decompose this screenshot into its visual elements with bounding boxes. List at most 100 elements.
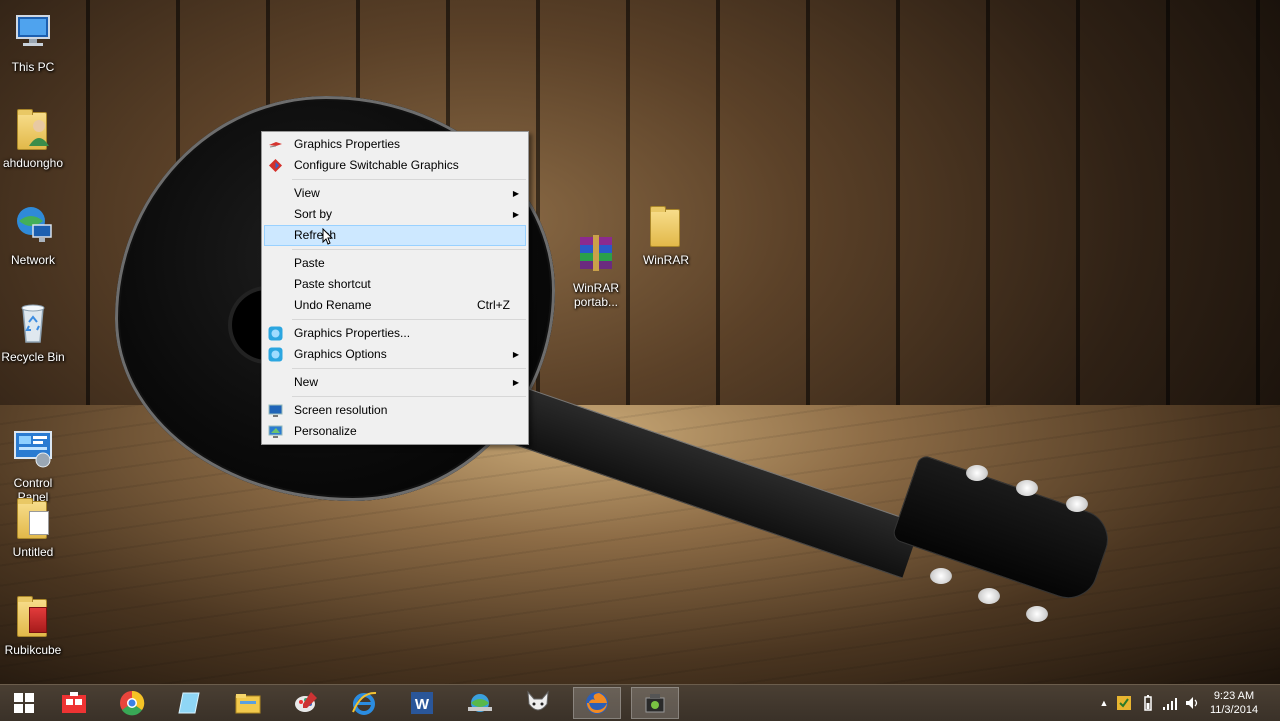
desktop-icon-recycle-bin[interactable]: Recycle Bin — [0, 300, 69, 364]
desktop-icon-label: Recycle Bin — [1, 350, 65, 364]
menu-separator — [292, 368, 526, 369]
taskbar-app-internet-explorer[interactable] — [340, 687, 388, 719]
menu-item-graphics-properties-ellipsis[interactable]: Graphics Properties... — [262, 323, 528, 344]
intel-graphics-icon — [268, 137, 283, 152]
desktop-icon-untitled[interactable]: Untitled — [0, 495, 69, 559]
menu-item-paste[interactable]: Paste — [262, 253, 528, 274]
menu-item-label: Graphics Properties... — [294, 326, 411, 340]
taskbar-app-firefox[interactable] — [573, 687, 621, 719]
menu-item-refresh[interactable]: Refresh — [264, 225, 526, 246]
submenu-arrow-icon: ▶ — [512, 378, 519, 387]
wallpaper-tuning-peg — [1026, 606, 1048, 622]
tile-app-icon — [62, 692, 86, 713]
foxit-icon — [527, 690, 549, 711]
file-explorer-icon — [235, 694, 261, 714]
clock-time: 9:23 AM — [1213, 690, 1255, 702]
menu-item-paste-shortcut[interactable]: Paste shortcut — [262, 274, 528, 295]
menu-item-label: Undo Rename — [294, 298, 372, 312]
firefox-icon — [586, 692, 608, 714]
menu-item-label: Graphics Options — [294, 347, 387, 361]
this-pc-icon — [11, 10, 55, 54]
menu-item-new[interactable]: New ▶ — [262, 372, 528, 393]
volume-icon[interactable] — [1184, 695, 1200, 711]
menu-separator — [292, 319, 526, 320]
taskbar-app-file-explorer[interactable] — [224, 687, 272, 719]
menu-item-graphics-properties-intel[interactable]: Graphics Properties — [262, 134, 528, 155]
user-folder-icon — [11, 106, 55, 150]
folder-icon — [11, 593, 55, 637]
recycle-bin-icon — [11, 300, 55, 344]
wallpaper-tuning-peg — [1016, 480, 1038, 496]
menu-item-label: Personalize — [294, 424, 357, 438]
taskbar-app-paint[interactable] — [282, 687, 330, 719]
desktop-icon-network[interactable]: Network — [0, 203, 69, 267]
camera-app-icon — [645, 694, 665, 713]
desktop-icon-label: Untitled — [12, 545, 54, 559]
folder-icon — [11, 495, 55, 539]
folder-icon — [644, 203, 688, 247]
paint-icon — [295, 692, 317, 712]
taskbar-app-foxit[interactable] — [514, 687, 562, 719]
desktop-icon-ahduongho[interactable]: ahduongho — [0, 106, 69, 170]
signal-icon[interactable] — [1162, 695, 1178, 711]
power-icon[interactable] — [1140, 695, 1156, 711]
desktop-icon-this-pc[interactable]: This PC — [0, 10, 69, 74]
desktop-icon-label: ahduongho — [2, 156, 64, 170]
menu-item-screen-resolution[interactable]: Screen resolution — [262, 400, 528, 421]
menu-item-label: Paste shortcut — [294, 277, 371, 291]
menu-item-label: Paste — [294, 256, 325, 270]
menu-item-view[interactable]: View ▶ — [262, 183, 528, 204]
start-button[interactable] — [0, 687, 48, 719]
desktop-icon-label: WinRAR portab... — [572, 281, 619, 309]
menu-item-label: Graphics Properties — [294, 137, 401, 151]
menu-item-label: Screen resolution — [294, 403, 388, 417]
menu-item-personalize[interactable]: Personalize — [262, 421, 528, 442]
menu-separator — [292, 396, 526, 397]
network-icon — [11, 203, 55, 247]
security-icon[interactable] — [1116, 695, 1132, 711]
screen-resolution-icon — [268, 403, 283, 418]
taskbar: W ▲ 9:23 AM 11/3/2014 — [0, 684, 1280, 721]
menu-separator — [292, 249, 526, 250]
amd-icon — [268, 158, 283, 173]
desktop-icon-label: Network — [10, 253, 55, 267]
submenu-arrow-icon: ▶ — [512, 189, 519, 198]
taskbar-app-network-tool[interactable] — [456, 687, 504, 719]
personalize-icon — [268, 424, 283, 439]
menu-item-label: Sort by — [294, 207, 333, 221]
desktop-icon-label: This PC — [11, 60, 55, 74]
menu-item-graphics-options[interactable]: Graphics Options ▶ — [262, 344, 528, 365]
menu-item-undo-rename[interactable]: Undo Rename Ctrl+Z — [262, 295, 528, 316]
winrar-icon — [574, 217, 618, 271]
taskbar-app-glass[interactable] — [166, 687, 214, 719]
word-icon: W — [411, 692, 433, 714]
desktop-icon-rubikcube[interactable]: Rubikcube — [0, 593, 69, 657]
wallpaper-tuning-peg — [966, 465, 988, 481]
desktop-background[interactable]: This PC ahduongho Network Recycle Bin Co… — [0, 0, 1280, 684]
tray-clock[interactable]: 9:23 AM 11/3/2014 — [1204, 689, 1264, 717]
submenu-arrow-icon: ▶ — [512, 210, 519, 219]
menu-item-configure-switchable-graphics[interactable]: Configure Switchable Graphics — [262, 155, 528, 176]
desktop-icon-label: WinRAR — [642, 253, 689, 267]
taskbar-app-camera[interactable] — [631, 687, 679, 719]
menu-separator — [292, 179, 526, 180]
wallpaper-tuning-peg — [1066, 496, 1088, 512]
intel-hd-icon — [268, 326, 283, 341]
menu-item-label: New — [294, 375, 319, 389]
tray-overflow-chevron-icon[interactable]: ▲ — [1096, 695, 1112, 711]
clock-date: 11/3/2014 — [1209, 704, 1259, 716]
mouse-cursor-icon — [322, 228, 334, 245]
desktop-icon-label: Rubikcube — [4, 643, 62, 657]
network-app-icon — [468, 694, 492, 712]
desktop-icon-winrar-portable[interactable]: WinRAR portab... — [560, 203, 632, 323]
taskbar-app-word[interactable]: W — [398, 687, 446, 719]
glass-app-icon — [178, 692, 200, 714]
control-panel-icon — [11, 412, 55, 468]
menu-item-shortcut: Ctrl+Z — [477, 298, 510, 312]
desktop-icon-winrar-folder[interactable]: WinRAR — [630, 203, 702, 267]
menu-item-label: Configure Switchable Graphics — [294, 158, 459, 172]
taskbar-app-tile[interactable] — [50, 687, 98, 719]
wallpaper-tuning-peg — [978, 588, 1000, 604]
taskbar-app-chrome[interactable] — [108, 687, 156, 719]
menu-item-sort-by[interactable]: Sort by ▶ — [262, 204, 528, 225]
